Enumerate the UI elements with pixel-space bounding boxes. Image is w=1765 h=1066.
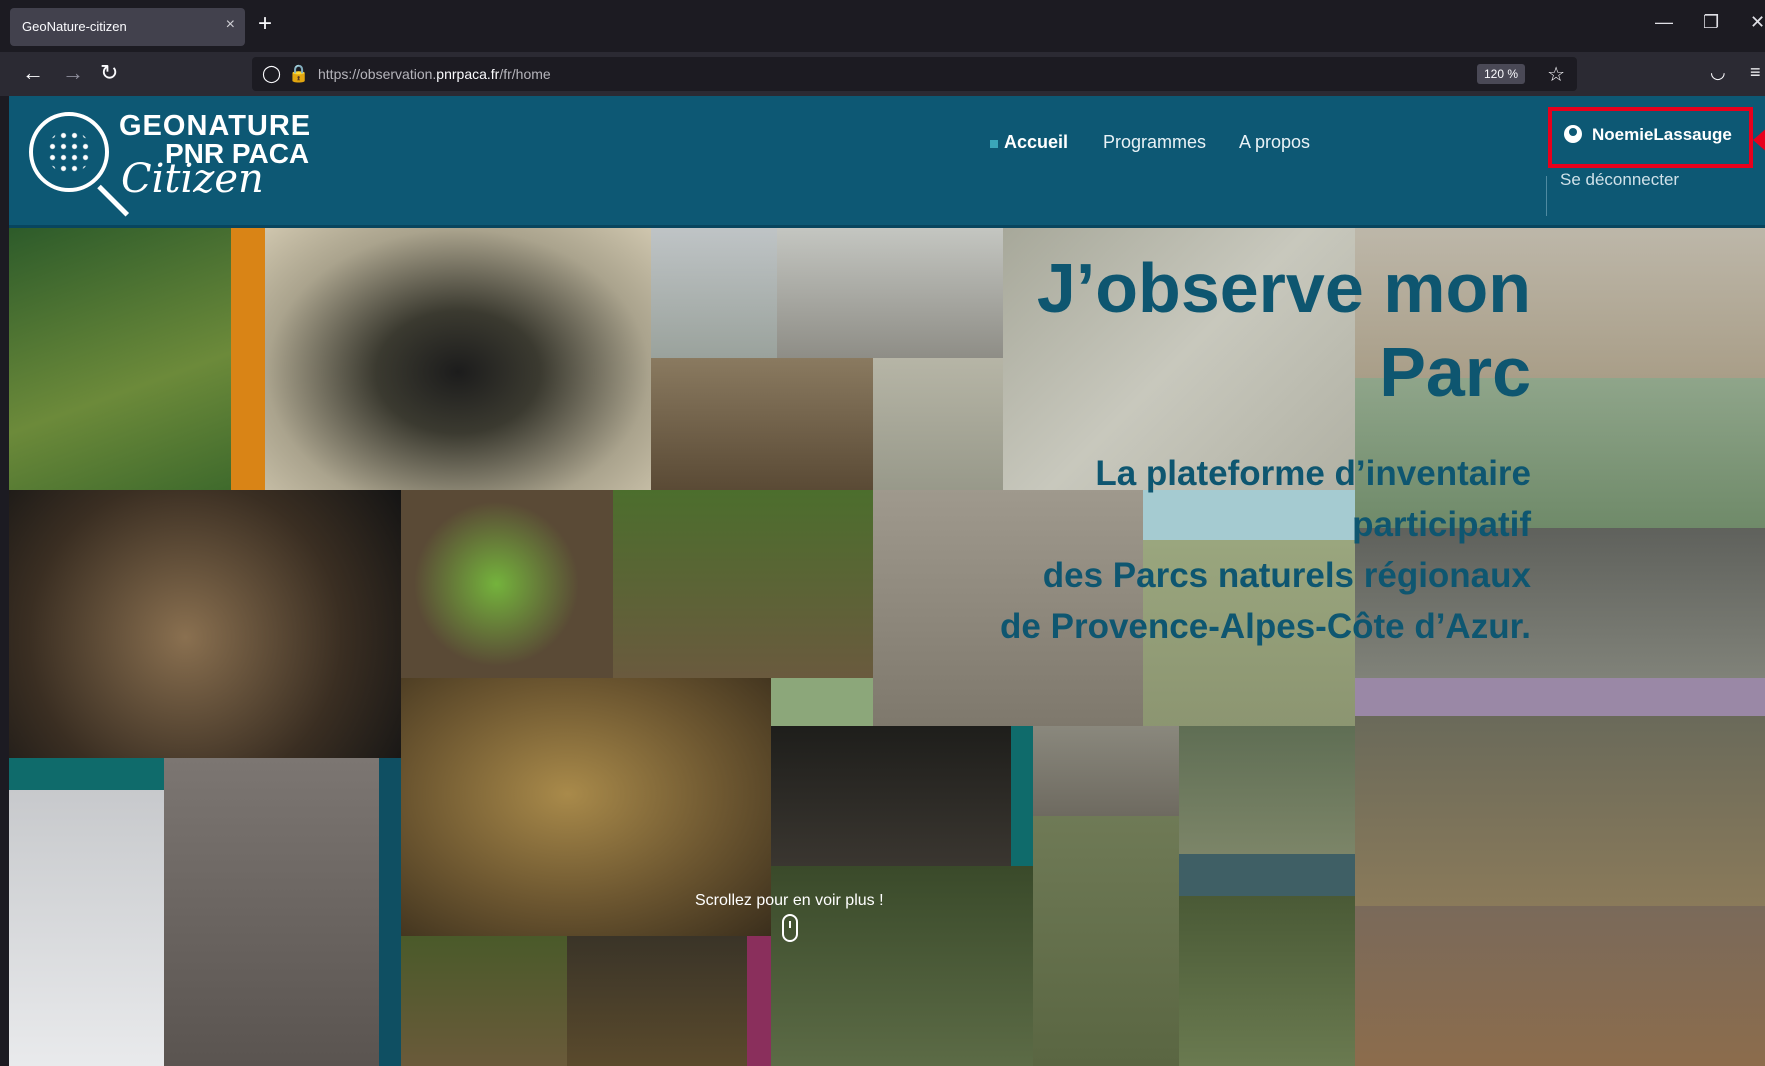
hero-title: J’observe mon Parc xyxy=(1037,246,1531,414)
hawk-photo xyxy=(1179,896,1355,1066)
hero-title-line1: J’observe mon xyxy=(1036,249,1531,327)
user-account-highlight[interactable]: NoemieLassauge xyxy=(1548,107,1753,168)
logo-citizen: Citizen xyxy=(121,156,264,202)
tab-close-icon[interactable]: × xyxy=(226,16,235,34)
squirrel-photo xyxy=(1355,906,1765,1066)
salamander-photo xyxy=(567,936,747,1066)
ptarmigan-photo xyxy=(9,790,164,1066)
user-circle-icon xyxy=(1564,125,1582,143)
magenta-band xyxy=(747,936,771,1066)
url-text[interactable]: https://observation.pnrpaca.fr/fr/home xyxy=(318,66,551,82)
nav-a-propos[interactable]: A propos xyxy=(1239,132,1310,153)
green-band xyxy=(771,678,873,726)
darkblue-band xyxy=(379,758,401,1066)
golden-eagle-photo xyxy=(1355,716,1765,906)
minimize-icon[interactable]: — xyxy=(1655,12,1673,33)
lock-icon[interactable]: 🔒 xyxy=(288,64,309,84)
forward-icon[interactable]: → xyxy=(62,60,84,86)
back-icon[interactable]: ← xyxy=(22,60,44,86)
hoopoe-photo xyxy=(9,228,231,490)
hero-title-line2: Parc xyxy=(1379,333,1531,411)
weasel-photo xyxy=(1033,726,1179,816)
tab-title: GeoNature-citizen xyxy=(22,19,127,34)
nuthatch-photo xyxy=(771,726,1011,866)
user-name: NoemieLassauge xyxy=(1592,125,1732,144)
user-account-button[interactable]: NoemieLassauge xyxy=(1564,125,1732,145)
browser-navbar: ← → ↻ ◯ 🔒 https://observation.pnrpaca.fr… xyxy=(0,52,1765,96)
logout-link[interactable]: Se déconnecter xyxy=(1560,170,1679,190)
green-hairstreak-photo xyxy=(1179,726,1355,854)
teal-band-2 xyxy=(1011,726,1033,866)
scroll-hint: Scrollez pour en voir plus ! xyxy=(695,892,884,909)
browser-tab[interactable]: GeoNature-citizen × xyxy=(10,8,245,46)
reload-icon[interactable]: ↻ xyxy=(100,60,118,86)
red-arrow-annotation xyxy=(1753,126,1765,154)
frog-photo xyxy=(401,490,613,678)
lilac-band xyxy=(1355,678,1765,716)
nav-programmes[interactable]: Programmes xyxy=(1103,132,1206,153)
shield-icon[interactable]: ◯ xyxy=(262,64,281,84)
site-header: GEONATURE PNR PACA Citizen Accueil Progr… xyxy=(9,96,1765,228)
bookmark-star-icon[interactable]: ☆ xyxy=(1547,62,1565,87)
orange-band xyxy=(231,228,265,490)
zoom-level[interactable]: 120 % xyxy=(1476,64,1525,84)
butterfly-photo xyxy=(265,228,651,490)
website: J’observe mon Parc La plateforme d’inven… xyxy=(9,96,1765,1066)
restore-icon[interactable]: ❐ xyxy=(1703,12,1719,33)
new-tab-icon[interactable]: + xyxy=(258,10,272,38)
scroll-mouse-icon xyxy=(782,914,798,942)
badger-photo xyxy=(651,358,873,490)
teal-band xyxy=(9,758,164,790)
nav-accueil[interactable]: Accueil xyxy=(989,132,1068,153)
close-window-icon[interactable]: ✕ xyxy=(1750,12,1765,33)
hero-subtitle-line3: des Parcs naturels régionaux xyxy=(1042,556,1531,595)
fox-photo xyxy=(401,936,567,1066)
hero-subtitle-line4: de Provence-Alpes-Côte d’Azur. xyxy=(1000,607,1531,646)
pocket-icon[interactable]: ◡ xyxy=(1710,62,1726,83)
grass-snake-photo xyxy=(613,490,873,678)
eagle-owl-photo xyxy=(9,490,401,758)
hero-subtitle-line1: La plateforme d’inventaire xyxy=(1095,454,1531,493)
menu-icon[interactable]: ≡ xyxy=(1750,62,1761,83)
browser-tabbar: GeoNature-citizen × + — ❐ ✕ xyxy=(0,0,1765,52)
chamois-photo xyxy=(164,758,379,1066)
finch-photo xyxy=(777,228,1003,358)
url-bar[interactable]: ◯ 🔒 https://observation.pnrpaca.fr/fr/ho… xyxy=(252,57,1577,91)
magnifier-logo-icon xyxy=(29,112,109,192)
hero-subtitle-line2: participatif xyxy=(1352,505,1531,544)
roe-deer-photo xyxy=(1033,816,1179,1066)
owlet-photo xyxy=(873,358,1003,490)
slate-band xyxy=(1179,854,1355,896)
hero-subtitle: La plateforme d’inventaire participatif … xyxy=(1000,448,1531,652)
user-divider xyxy=(1546,176,1547,216)
bluetit-photo xyxy=(651,228,777,358)
